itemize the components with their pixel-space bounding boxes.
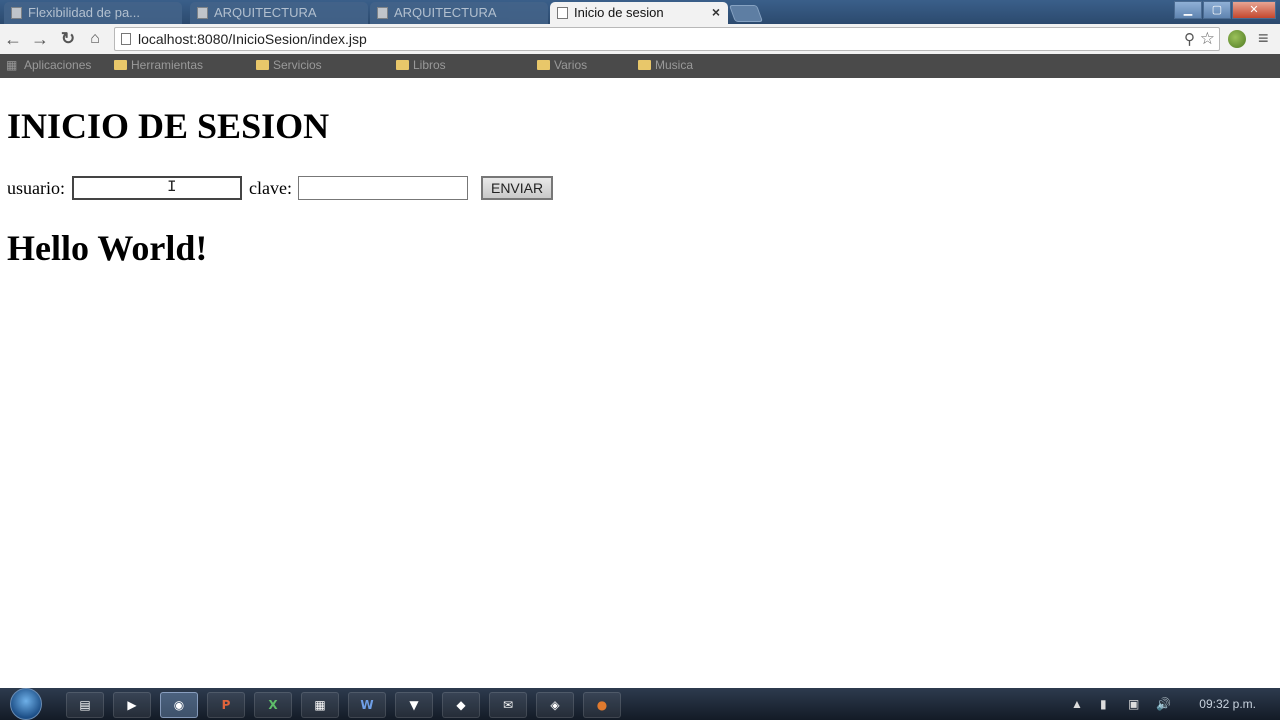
start-button[interactable]	[10, 688, 42, 720]
page-icon	[121, 33, 131, 45]
tab-3[interactable]: ARQUITECTURA	[370, 2, 548, 24]
apps-grid-icon[interactable]: ▦	[6, 58, 17, 72]
clock[interactable]: 09:32 p.m.	[1199, 697, 1256, 711]
document-icon	[377, 7, 388, 19]
bookmark-folder[interactable]: Libros	[396, 58, 446, 72]
enviar-button[interactable]: ENVIAR	[480, 175, 554, 200]
tab-1-label: Flexibilidad de pa...	[28, 5, 141, 20]
bookmark-folder[interactable]: Musica	[638, 58, 693, 72]
zoom-icon[interactable]: ⚲	[1184, 30, 1195, 48]
page-icon	[557, 7, 568, 19]
folder-icon	[638, 60, 651, 70]
home-icon[interactable]: ⌂	[84, 28, 106, 50]
email-icon[interactable]: ✉	[489, 692, 527, 718]
folder-icon	[537, 60, 550, 70]
folder-icon	[396, 60, 409, 70]
forward-arrow-icon[interactable]: →	[29, 28, 51, 50]
folder-icon	[256, 60, 269, 70]
hello-heading: Hello World!	[7, 228, 208, 268]
minimize-button[interactable]: ▁	[1174, 1, 1202, 19]
bookmarks-bar: ▦ Aplicaciones Herramientas Servicios Li…	[0, 54, 1280, 78]
folder-icon	[114, 60, 127, 70]
bookmark-folder[interactable]: Herramientas	[114, 58, 203, 72]
usuario-input[interactable]	[71, 175, 242, 200]
reload-icon[interactable]: ↻	[57, 28, 79, 50]
address-bar[interactable]: localhost:8080/InicioSesion/index.jsp ⚲ …	[114, 27, 1220, 51]
text-cursor-icon: I	[167, 178, 177, 196]
bookmark-star-icon[interactable]: ☆	[1200, 29, 1215, 49]
tab-3-label: ARQUITECTURA	[394, 5, 497, 20]
clave-input[interactable]	[298, 175, 469, 200]
maximize-button[interactable]: ▢	[1203, 1, 1231, 19]
bookmark-folder[interactable]: Servicios	[256, 58, 322, 72]
network-status-icon[interactable]: ▣	[1128, 697, 1139, 711]
tab-2-label: ARQUITECTURA	[214, 5, 317, 20]
bookmark-folder[interactable]: Varios	[537, 58, 587, 72]
tab-inicio-de-sesion[interactable]: Inicio de sesion ×	[550, 2, 728, 24]
powerpoint-icon[interactable]: P	[207, 692, 245, 718]
show-hidden-icons-icon[interactable]: ▲	[1071, 697, 1083, 711]
explorer-icon[interactable]: ▤	[66, 692, 104, 718]
tab-4-label: Inicio de sesion	[574, 5, 664, 20]
login-form: usuario: clave: ENVIAR	[7, 174, 554, 200]
tab-1[interactable]: Flexibilidad de pa...	[4, 2, 182, 24]
battery-icon[interactable]: ▮	[1100, 697, 1107, 711]
taskbar: ▤ ▶ ◉ P X ▦ W ▼ ◆ ✉ ◈ ● ▲ ▮ ▣ 🔊 09:32 p.…	[0, 688, 1280, 720]
url-text: localhost:8080/InicioSesion/index.jsp	[138, 31, 367, 47]
extension-icon[interactable]	[1228, 30, 1246, 48]
usuario-label: usuario:	[7, 177, 65, 198]
tab-2[interactable]: ARQUITECTURA	[190, 2, 368, 24]
page-title: INICIO DE SESION	[7, 106, 330, 146]
word-icon[interactable]: W	[348, 692, 386, 718]
gmail-icon	[11, 7, 22, 19]
browser-toolbar: ← → ↻ ⌂ localhost:8080/InicioSesion/inde…	[0, 24, 1280, 55]
close-tab-icon[interactable]: ×	[712, 4, 720, 20]
clave-label: clave:	[249, 177, 292, 198]
document-icon	[197, 7, 208, 19]
chrome-icon[interactable]: ◉	[160, 692, 198, 718]
menu-icon[interactable]: ≡	[1258, 28, 1269, 49]
app-icon[interactable]: ▼	[395, 692, 433, 718]
calculator-icon[interactable]: ▦	[301, 692, 339, 718]
tool-icon[interactable]: ◆	[442, 692, 480, 718]
window-controls: ▁ ▢ ✕	[1173, 1, 1276, 19]
media-player-icon[interactable]: ▶	[113, 692, 151, 718]
bookmark-item[interactable]: Aplicaciones	[24, 58, 91, 72]
volume-icon[interactable]: 🔊	[1156, 697, 1171, 711]
back-arrow-icon[interactable]: ←	[2, 28, 24, 50]
close-window-button[interactable]: ✕	[1232, 1, 1276, 19]
network-icon[interactable]: ◈	[536, 692, 574, 718]
new-tab-button[interactable]	[728, 5, 764, 22]
page-content: INICIO DE SESION usuario: clave: ENVIAR …	[0, 78, 1280, 688]
window-titlebar: Flexibilidad de pa... ARQUITECTURA ARQUI…	[0, 0, 1280, 24]
excel-icon[interactable]: X	[254, 692, 292, 718]
netbeans-icon[interactable]: ●	[583, 692, 621, 718]
